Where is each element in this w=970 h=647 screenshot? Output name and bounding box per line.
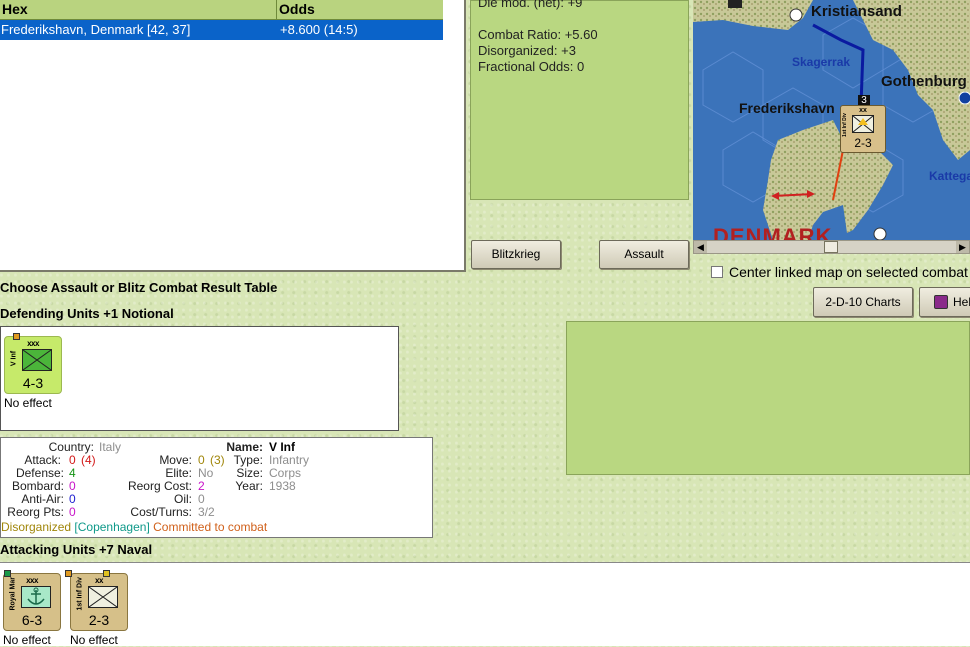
defending-units-title: Defending Units +1 Notional <box>0 306 174 321</box>
combat-ratio-text: Combat Ratio: +5.60 <box>478 27 598 42</box>
hex-odds-table[interactable]: Hex Odds Frederikshavn, Denmark [42, 37]… <box>0 0 466 272</box>
year-label: Year: <box>235 479 263 493</box>
die-mod-text: Die mod. (net): +9 <box>478 0 583 10</box>
map-label-kattegat: Kattegat <box>929 169 970 183</box>
center-linked-map-option[interactable]: Center linked map on selected combat <box>711 264 970 282</box>
hex-column-header[interactable]: Hex <box>0 0 277 20</box>
infantry-symbol-icon <box>88 586 118 608</box>
odds-cell: +8.600 (14:5) <box>280 22 358 37</box>
map-unit-counter[interactable]: xx 1st Inf Div 2-3 <box>840 105 886 153</box>
map-label-kristiansand: Kristiansand <box>811 3 902 20</box>
status-location: [Copenhagen] <box>74 520 150 534</box>
scroll-thumb[interactable] <box>824 241 838 253</box>
center-linked-checkbox[interactable] <box>711 266 723 278</box>
infantry-symbol-icon <box>852 115 874 133</box>
defending-units-box: xxx V Inf 4-3 No effect <box>0 326 399 431</box>
center-linked-label: Center linked map on selected combat <box>729 264 968 280</box>
year-value: 1938 <box>269 479 296 493</box>
attack-base-value: (4) <box>81 453 96 467</box>
attacking-units-title: Attacking Units +7 Naval <box>0 542 153 557</box>
unit-effect: No effect <box>70 633 118 647</box>
unit-details-panel: Country: Italy Attack: 0 (4) Defense: 4 … <box>0 437 433 538</box>
unit-name: V Inf <box>10 350 18 367</box>
combat-info-panel: Die mod. (net): +9 Combat Ratio: +5.60 D… <box>470 0 689 200</box>
unit-name: Royal Mar <box>9 577 17 611</box>
cost-turns-value: 3/2 <box>198 505 215 519</box>
blitzkrieg-button[interactable]: Blitzkrieg <box>471 240 561 269</box>
map-label-denmark: DENMARK <box>713 224 833 240</box>
map-unit-name: 1st Inf Div <box>842 113 848 137</box>
assault-button[interactable]: Assault <box>599 240 689 269</box>
attacking-unit-counter[interactable]: xxx Royal Mar 6-3 <box>3 570 61 631</box>
map-label-gothenburg: Gothenburg <box>881 73 967 90</box>
choose-crt-text: Choose Assault or Blitz Combat Result Ta… <box>0 280 278 295</box>
combat-result-box <box>566 321 970 475</box>
fractional-odds-text: Fractional Odds: 0 <box>478 59 585 74</box>
unit-strength: 6-3 <box>21 612 43 628</box>
unit-name: 1st Inf Div <box>76 577 84 611</box>
table-row[interactable]: Frederikshavn, Denmark [42, 37] +8.600 (… <box>0 20 443 40</box>
infantry-symbol-icon <box>22 349 52 371</box>
map-scrollbar[interactable]: ◀ ▶ <box>693 240 970 254</box>
odds-column-header[interactable]: Odds <box>277 0 443 20</box>
map-label-frederikshavn: Frederikshavn <box>739 100 835 116</box>
map-label-skagerrak: Skagerrak <box>792 55 851 69</box>
unit-strength: 4-3 <box>22 375 44 391</box>
map-unit-strength: 2-3 <box>854 136 872 150</box>
scroll-right-icon[interactable]: ▶ <box>956 241 969 253</box>
country-value: Italy <box>99 440 122 454</box>
status-disorganized: Disorganized <box>1 520 72 534</box>
help-label: Help <box>953 295 970 309</box>
reorg-pts-label: Reorg Pts: <box>7 505 64 519</box>
hex-cell: Frederikshavn, Denmark [42, 37] <box>1 22 191 37</box>
anchor-icon <box>21 586 51 608</box>
help-button[interactable]: Help <box>919 287 970 317</box>
book-icon <box>934 295 948 309</box>
unit-effect: No effect <box>3 633 51 647</box>
unit-strength: 2-3 <box>88 612 110 628</box>
unit-effect: No effect <box>4 396 52 410</box>
disorganized-text: Disorganized: +3 <box>478 43 576 58</box>
reorg-pts-value: 0 <box>69 505 76 519</box>
scroll-left-icon[interactable]: ◀ <box>694 241 707 253</box>
cost-turns-label: Cost/Turns: <box>130 505 192 519</box>
attacking-unit-counter[interactable]: xx 1st Inf Div 2-3 <box>65 570 128 631</box>
attacking-units-area: xxx Royal Mar 6-3 No effect xx 1st Inf D… <box>0 562 970 647</box>
mini-map[interactable]: Kristiansand Skagerrak Gothenburg Freder… <box>693 0 970 240</box>
unit-status-line: Disorganized [Copenhagen] Committed to c… <box>1 521 267 534</box>
status-committed: Committed to combat <box>153 520 268 534</box>
charts-button[interactable]: 2-D-10 Charts <box>813 287 913 317</box>
defending-unit-counter[interactable]: xxx V Inf 4-3 <box>4 333 62 394</box>
